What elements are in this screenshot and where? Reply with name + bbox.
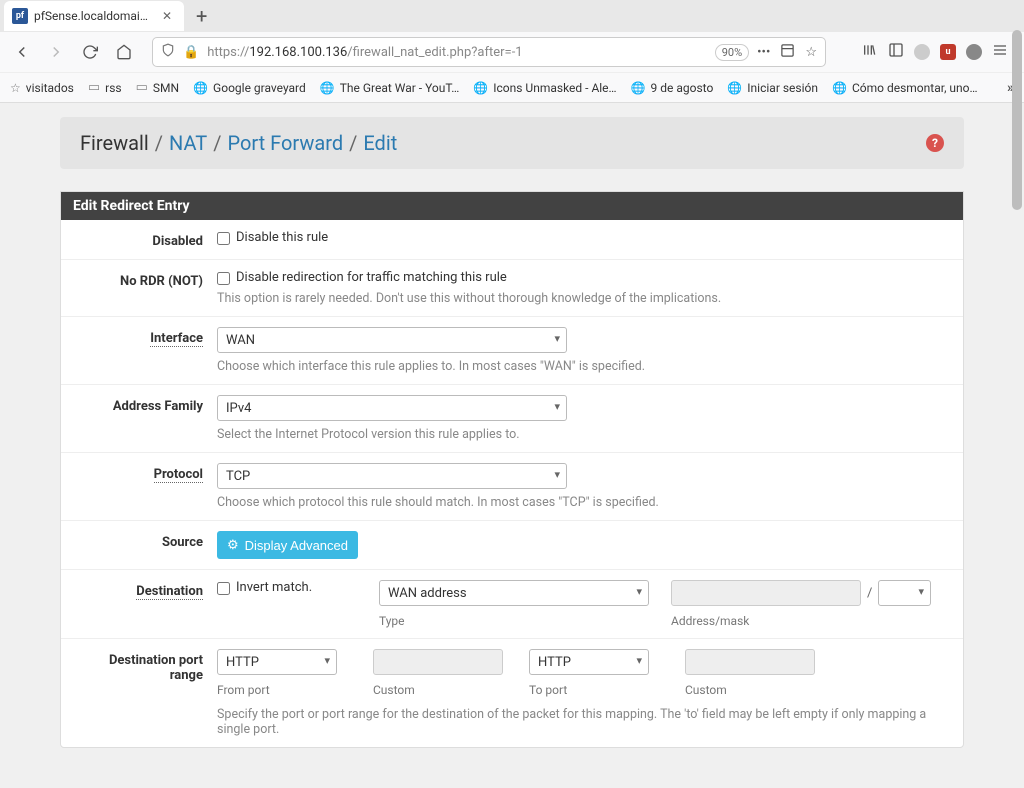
globe-icon: 🌐 (193, 81, 208, 95)
nav-toolbar: 🔒 https://192.168.100.136/firewall_nat_e… (0, 32, 1024, 72)
ublock-icon[interactable]: u (940, 44, 956, 60)
invert-match-wrap[interactable]: Invert match. (217, 580, 367, 595)
mask-separator: / (867, 580, 872, 606)
forward-button[interactable] (42, 38, 70, 66)
folder-icon: ▭ (88, 80, 100, 95)
label-protocol: Protocol (77, 463, 217, 510)
dest-type-select[interactable]: WAN address (379, 580, 649, 606)
dport-help: Specify the port or port range for the d… (217, 707, 947, 737)
from-custom-label: Custom (373, 683, 513, 697)
bookmark-item[interactable]: 🌐Cómo desmontar, uno… (832, 81, 978, 95)
bookmark-star-icon[interactable]: ☆ (805, 45, 817, 60)
bookmark-item[interactable]: 🌐Iniciar sesión (727, 81, 818, 95)
zoom-badge[interactable]: 90% (715, 44, 749, 61)
bookmark-item[interactable]: 🌐Google graveyard (193, 81, 306, 95)
globe-icon: 🌐 (832, 81, 847, 95)
reader-icon[interactable] (780, 43, 795, 62)
disabled-checkbox-wrap[interactable]: Disable this rule (217, 230, 947, 245)
invert-match-checkbox[interactable] (217, 582, 230, 595)
bookmark-item[interactable]: ☆visitados (10, 81, 74, 95)
page-actions-icon[interactable]: ••• (757, 45, 770, 60)
bookmark-item[interactable]: 🌐9 de agosto (631, 81, 714, 95)
gear-icon: ⚙ (227, 537, 239, 553)
interface-help: Choose which interface this rule applies… (217, 359, 947, 374)
interface-select[interactable]: WAN (217, 327, 567, 353)
to-port-select[interactable]: HTTP (529, 649, 649, 675)
help-icon[interactable]: ? (926, 134, 944, 152)
nordr-checkbox[interactable] (217, 272, 230, 285)
from-port-select[interactable]: HTTP (217, 649, 337, 675)
breadcrumb-link-portforward[interactable]: Port Forward (227, 131, 343, 155)
addon-icon-2[interactable] (966, 44, 982, 60)
dest-address-input[interactable] (671, 580, 861, 606)
from-port-label: From port (217, 683, 357, 697)
globe-icon: 🌐 (631, 81, 646, 95)
breadcrumb-root: Firewall (80, 131, 149, 155)
tab-title: pfSense.localdomain.net - F (34, 9, 152, 23)
to-port-label: To port (529, 683, 669, 697)
dest-mask-select[interactable] (878, 580, 931, 606)
tab-favicon: pf (12, 8, 28, 24)
new-tab-button[interactable]: + (184, 4, 219, 28)
display-advanced-button[interactable]: ⚙ Display Advanced (217, 531, 358, 559)
to-custom-label: Custom (685, 683, 825, 697)
star-icon: ☆ (10, 81, 21, 95)
disabled-checkbox[interactable] (217, 232, 230, 245)
label-interface: Interface (77, 327, 217, 374)
globe-icon: 🌐 (473, 81, 488, 95)
home-button[interactable] (110, 38, 138, 66)
nordr-help: This option is rarely needed. Don't use … (217, 291, 947, 306)
close-tab-icon[interactable]: ✕ (158, 9, 176, 23)
nordr-checkbox-wrap[interactable]: Disable redirection for traffic matching… (217, 270, 947, 285)
bookmark-item[interactable]: ▭rss (88, 80, 122, 95)
address-family-select[interactable]: IPv4 (217, 395, 567, 421)
sidebar-icon[interactable] (888, 42, 904, 62)
globe-icon: 🌐 (727, 81, 742, 95)
protocol-select[interactable]: TCP (217, 463, 567, 489)
to-custom-input[interactable] (685, 649, 815, 675)
globe-icon: 🌐 (320, 81, 335, 95)
breadcrumb-link-edit[interactable]: Edit (363, 131, 397, 155)
label-nordr: No RDR (NOT) (77, 270, 217, 306)
bookmark-item[interactable]: 🌐Icons Unmasked - Ale… (473, 81, 616, 95)
tab-strip: pf pfSense.localdomain.net - F ✕ + (0, 0, 1024, 32)
panel-title: Edit Redirect Entry (61, 192, 963, 220)
folder-icon: ▭ (136, 80, 148, 95)
library-icon[interactable] (862, 42, 878, 62)
dest-type-label: Type (379, 614, 659, 628)
label-dport: Destination port range (77, 649, 217, 737)
browser-tab[interactable]: pf pfSense.localdomain.net - F ✕ (4, 1, 184, 31)
scrollbar-thumb[interactable] (1012, 30, 1022, 210)
dest-mask-label: Address/mask (671, 614, 931, 628)
addon-icon-1[interactable] (914, 44, 930, 60)
url-text: https://192.168.100.136/firewall_nat_edi… (207, 45, 707, 60)
edit-panel: Edit Redirect Entry Disabled Disable thi… (60, 191, 964, 748)
label-disabled: Disabled (77, 230, 217, 249)
bookmark-item[interactable]: ▭SMN (136, 80, 179, 95)
label-source: Source (77, 531, 217, 559)
reload-button[interactable] (76, 38, 104, 66)
lock-warning-icon[interactable]: 🔒 (183, 45, 199, 60)
bookmark-item[interactable]: 🌐The Great War - YouT… (320, 81, 460, 95)
from-custom-input[interactable] (373, 649, 503, 675)
menu-button[interactable] (992, 42, 1008, 62)
protocol-help: Choose which protocol this rule should m… (217, 495, 947, 510)
breadcrumb-link-nat[interactable]: NAT (169, 131, 207, 155)
back-button[interactable] (8, 38, 36, 66)
bookmarks-toolbar: ☆visitados ▭rss ▭SMN 🌐Google graveyard 🌐… (0, 72, 1024, 102)
label-destination: Destination (77, 580, 217, 628)
breadcrumb: Firewall / NAT / Port Forward / Edit ? (60, 117, 964, 169)
url-bar[interactable]: 🔒 https://192.168.100.136/firewall_nat_e… (152, 37, 826, 67)
label-af: Address Family (77, 395, 217, 442)
af-help: Select the Internet Protocol version thi… (217, 427, 947, 442)
shield-icon[interactable] (161, 43, 175, 61)
